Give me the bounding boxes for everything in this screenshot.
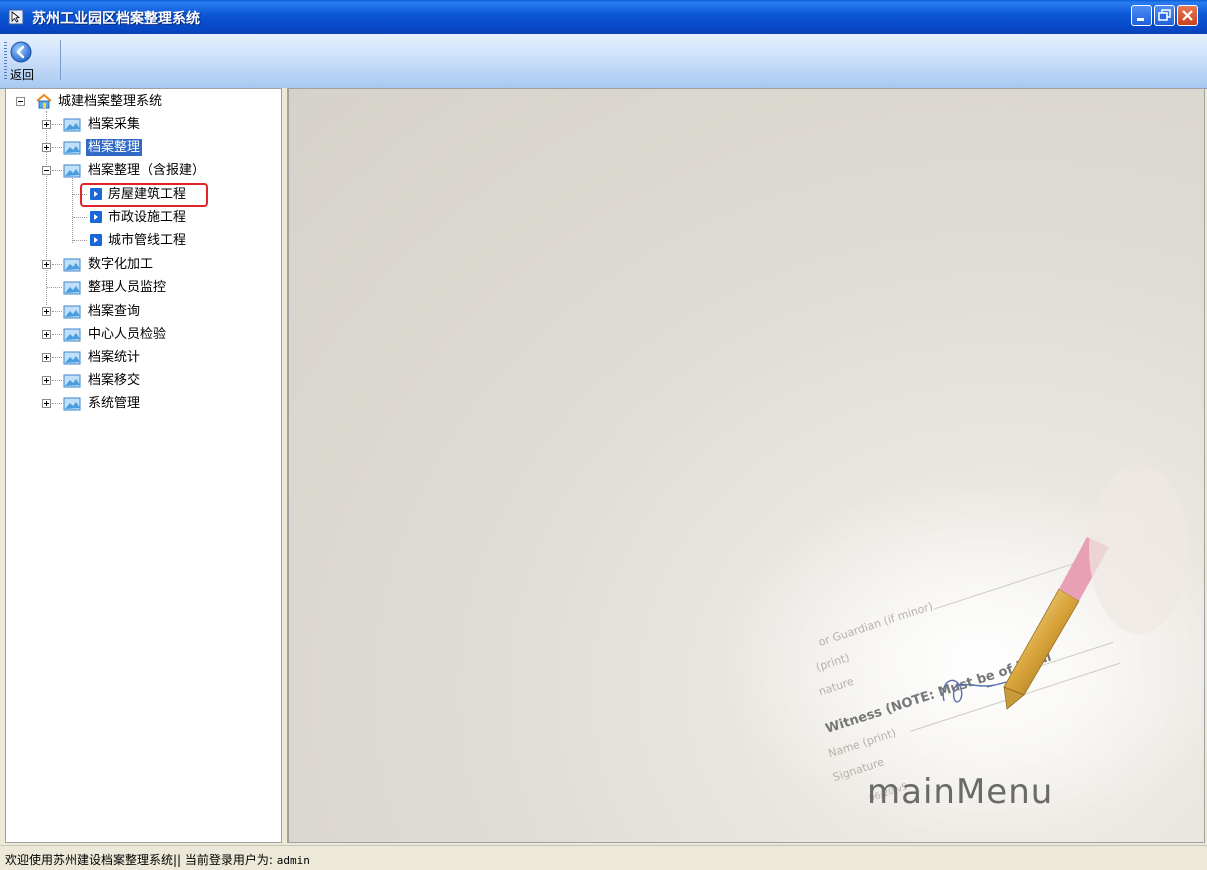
back-arrow-icon <box>10 41 32 63</box>
toolbar: 返回 <box>0 34 1207 89</box>
expand-toggle[interactable] <box>42 353 51 362</box>
folder-icon <box>63 281 81 295</box>
tree-item-label: 城市管线工程 <box>108 233 187 248</box>
back-button[interactable]: 返回 <box>8 38 56 84</box>
restore-button[interactable] <box>1154 5 1175 26</box>
folder-icon <box>63 374 81 388</box>
tree-guide <box>46 111 48 305</box>
close-icon <box>1182 10 1193 21</box>
tree-guide <box>52 380 62 382</box>
close-button[interactable] <box>1177 5 1198 26</box>
status-bar: 欢迎使用苏州建设档案整理系统|| 当前登录用户为: admin <box>0 845 1207 870</box>
folder-icon <box>63 351 81 365</box>
tree-guide <box>52 357 62 359</box>
status-text: 欢迎使用苏州建设档案整理系统|| 当前登录用户为: admin <box>5 851 310 868</box>
tree-guide <box>52 264 62 266</box>
status-user: admin <box>276 854 310 867</box>
tree-item-label: 档案移交 <box>88 373 141 388</box>
tree-guide <box>47 287 62 289</box>
expand-toggle[interactable] <box>42 120 51 129</box>
tree-guide <box>52 124 62 126</box>
minimize-icon <box>1137 18 1144 21</box>
tree-root-label: 城建档案整理系统 <box>58 94 163 109</box>
status-message: 欢迎使用苏州建设档案整理系统|| 当前登录用户为: <box>5 853 277 867</box>
tree-item-label: 数字化加工 <box>88 257 154 272</box>
title-bar: 苏州工业园区档案整理系统 <box>0 0 1207 34</box>
tree-item-label: 档案查询 <box>88 304 141 319</box>
tree-item-label: 系统管理 <box>88 396 141 411</box>
collapse-toggle[interactable] <box>16 97 25 106</box>
tree-item-label: 中心人员检验 <box>88 327 167 342</box>
expand-toggle[interactable] <box>42 376 51 385</box>
tree-guide <box>52 311 62 313</box>
expand-toggle[interactable] <box>42 260 51 269</box>
tree-guide <box>52 147 62 149</box>
navigation-tree[interactable]: 城建档案整理系统 档案采集 档案整理 档案整理（含报建） 房屋建筑工程 市政设施… <box>5 88 282 843</box>
main-pane: or Guardian (if minor) (print) nature Wi… <box>288 88 1205 843</box>
main-menu-banner: mainMenu <box>867 772 1054 812</box>
folder-icon <box>63 328 81 342</box>
tree-item-label: 整理人员监控 <box>88 280 167 295</box>
tree-guide <box>73 240 87 242</box>
folder-icon <box>63 305 81 319</box>
page-arrow-icon <box>90 211 102 223</box>
tree-guide <box>72 173 74 243</box>
folder-icon <box>63 118 81 132</box>
expand-toggle[interactable] <box>42 399 51 408</box>
page-arrow-icon <box>90 234 102 246</box>
tree-guide <box>73 217 87 219</box>
tree-guide <box>52 334 62 336</box>
expand-toggle[interactable] <box>42 307 51 316</box>
toolbar-separator <box>60 40 61 80</box>
back-label: 返回 <box>9 68 34 82</box>
signing-document-illustration: or Guardian (if minor) (print) nature Wi… <box>719 464 1204 839</box>
tree-guide <box>52 403 62 405</box>
window-title: 苏州工业园区档案整理系统 <box>32 11 200 27</box>
collapse-toggle[interactable] <box>42 166 51 175</box>
tree-item-label: 档案整理 <box>86 139 143 156</box>
home-icon <box>36 93 52 109</box>
tree-item-label: 档案整理（含报建） <box>88 163 206 178</box>
tree-item-label: 市政设施工程 <box>108 210 187 225</box>
tree-item-label: 档案采集 <box>88 117 141 132</box>
folder-icon <box>63 164 81 178</box>
restore-icon <box>1158 9 1171 21</box>
toolbar-grip[interactable] <box>4 42 7 80</box>
minimize-button[interactable] <box>1131 5 1152 26</box>
expand-toggle[interactable] <box>42 330 51 339</box>
highlight-annotation <box>80 183 208 207</box>
tree-item-label: 档案统计 <box>88 350 141 365</box>
folder-icon <box>63 397 81 411</box>
folder-icon <box>63 258 81 272</box>
folder-icon <box>63 141 81 155</box>
app-icon <box>8 9 24 25</box>
expand-toggle[interactable] <box>42 143 51 152</box>
tree-guide <box>52 170 62 172</box>
